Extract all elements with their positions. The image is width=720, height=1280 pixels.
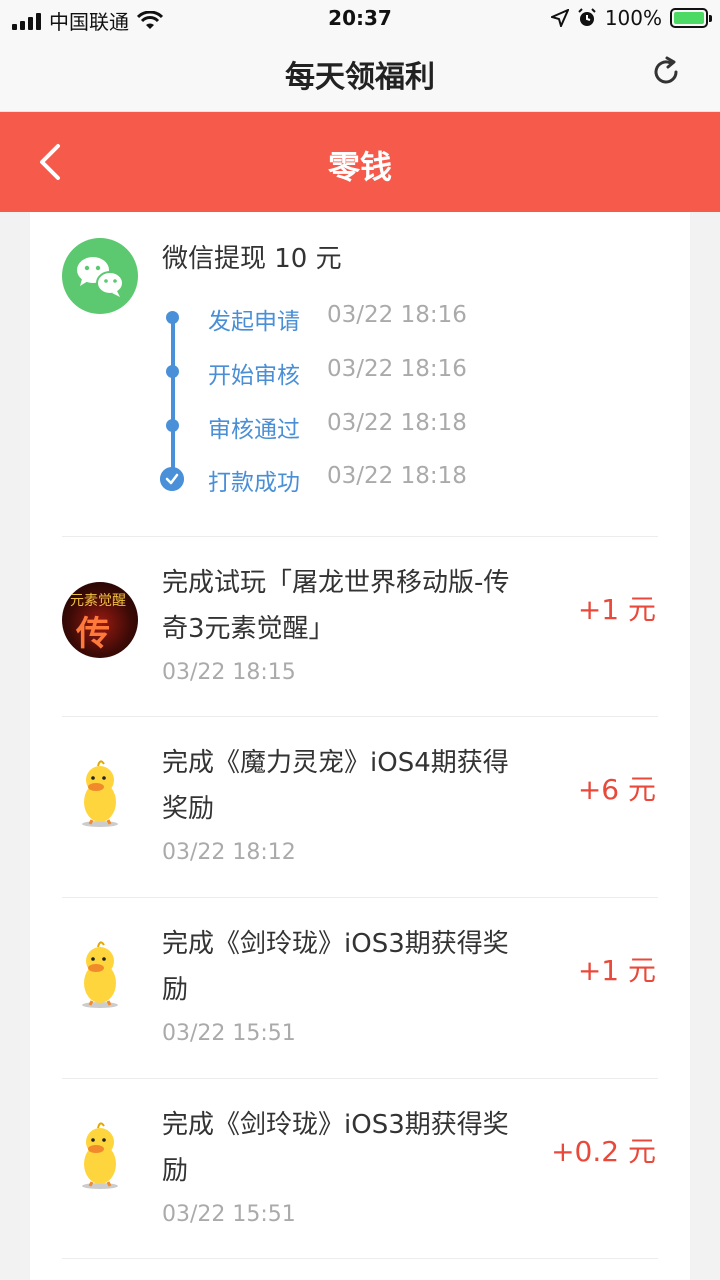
timeline-step: 审核通过 03/22 18:18 <box>160 406 660 446</box>
battery-icon <box>670 8 712 28</box>
refresh-icon[interactable] <box>648 54 684 90</box>
duck-icon <box>82 1122 118 1189</box>
battery-percent: 100% <box>604 6 662 30</box>
record-time: 03/22 15:51 <box>162 1021 296 1046</box>
step-time: 03/22 18:16 <box>327 356 467 382</box>
timeline-dot <box>166 365 179 378</box>
record-time: 03/22 18:12 <box>162 840 296 865</box>
step-time: 03/22 18:18 <box>327 410 467 436</box>
record-time: 03/22 18:15 <box>162 660 296 685</box>
timeline-step: 打款成功 03/22 18:18 <box>160 459 660 499</box>
divider <box>62 536 658 537</box>
step-label: 发起申请 <box>208 309 300 335</box>
timeline-step: 开始审核 03/22 18:16 <box>160 352 660 392</box>
withdrawal-title: 微信提现 10 元 <box>162 244 342 274</box>
record-title: 完成《剑玲珑》iOS3期获得奖励 <box>162 1110 509 1186</box>
step-time: 03/22 18:16 <box>327 302 467 328</box>
check-circle-icon <box>160 467 184 491</box>
list-item[interactable]: 完成《剑玲珑》iOS3期获得奖励 03/22 15:51 +0.2 元 <box>30 1102 690 1280</box>
records-card: 微信提现 10 元 发起申请 03/22 18:16 开始审核 03/22 18… <box>30 212 690 1280</box>
record-title: 完成试玩「屠龙世界移动版-传奇3元素觉醒」 <box>162 568 510 644</box>
step-label: 开始审核 <box>208 363 300 389</box>
record-title: 完成《魔力灵宠》iOS4期获得奖励 <box>162 748 509 824</box>
duck-icon <box>82 941 118 1008</box>
timeline-step: 发起申请 03/22 18:16 <box>160 298 660 338</box>
divider <box>62 1078 658 1079</box>
list-item[interactable]: 完成《魔力灵宠》iOS4期获得奖励 03/22 18:12 +6 元 <box>30 740 690 920</box>
status-right: 100% <box>550 6 712 30</box>
app-header: 每天领福利 <box>0 36 720 112</box>
list-item[interactable]: 完成《剑玲珑》iOS3期获得奖励 03/22 15:51 +1 元 <box>30 921 690 1101</box>
timeline-dot <box>166 311 179 324</box>
record-amount: +0.2 元 <box>551 1135 656 1168</box>
status-bar: 中国联通 20:37 100% <box>0 0 720 36</box>
page-title: 零钱 <box>327 148 392 186</box>
list-item[interactable]: 元素觉醒 传奇3 完成试玩「屠龙世界移动版-传奇3元素觉醒」 03/22 18:… <box>30 560 690 740</box>
step-label: 打款成功 <box>208 470 300 496</box>
record-amount: +1 元 <box>577 593 656 626</box>
timeline-dot <box>166 419 179 432</box>
timeline-line <box>171 318 175 478</box>
divider <box>62 716 658 717</box>
game-icon: 元素觉醒 传奇3 <box>62 582 138 658</box>
divider <box>62 1258 658 1259</box>
record-amount: +6 元 <box>577 773 656 806</box>
location-arrow-icon <box>550 9 569 27</box>
divider <box>62 897 658 898</box>
step-label: 审核通过 <box>208 417 300 443</box>
step-time: 03/22 18:18 <box>327 463 467 489</box>
duck-icon <box>82 760 118 827</box>
app-title: 每天领福利 <box>285 60 435 95</box>
record-amount: +1 元 <box>577 954 656 987</box>
wechat-icon <box>62 238 138 314</box>
alarm-icon <box>578 8 596 26</box>
page-header: 零钱 <box>0 112 720 212</box>
record-time: 03/22 15:51 <box>162 1202 296 1227</box>
record-title: 完成《剑玲珑》iOS3期获得奖励 <box>162 929 509 1005</box>
